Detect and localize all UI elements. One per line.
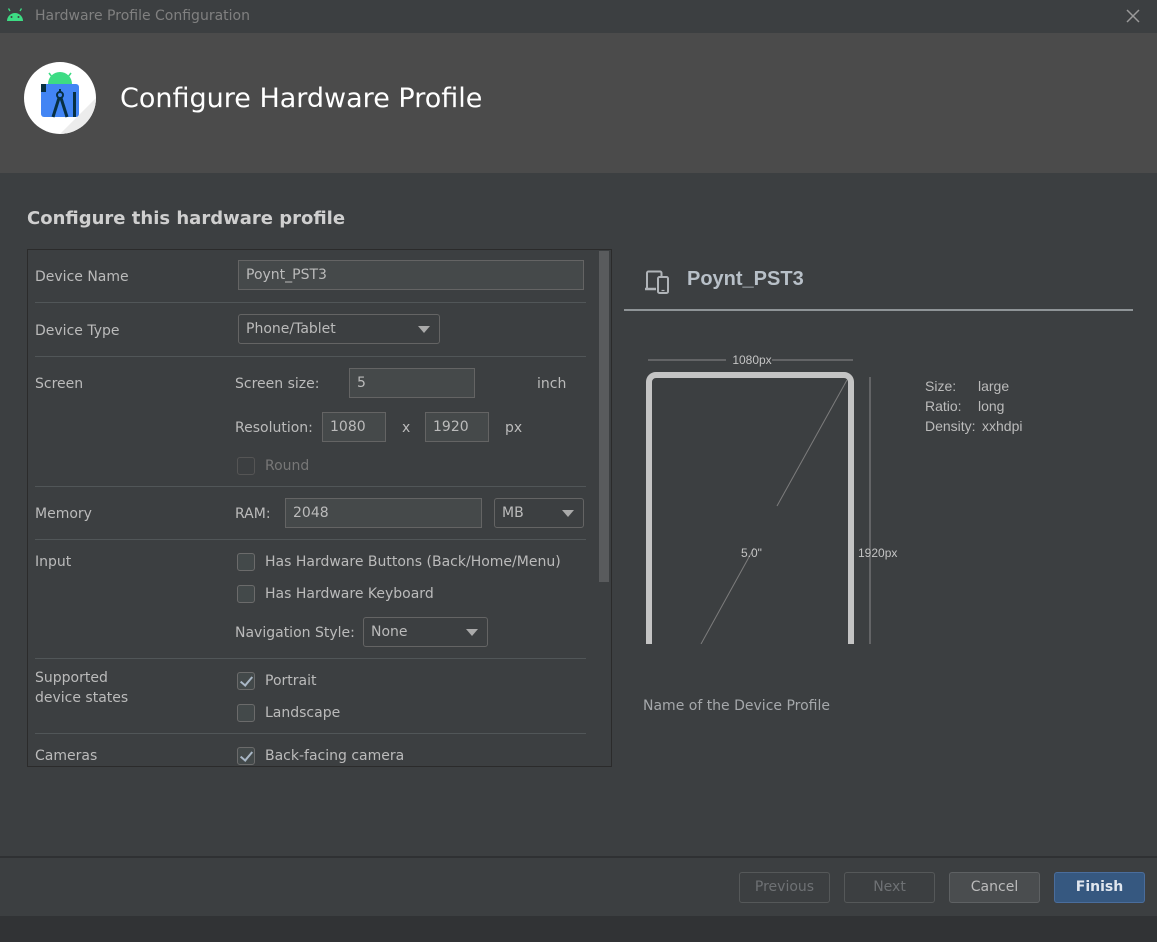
wizard-content: Configure this hardware profile Device N… <box>0 173 1157 856</box>
field-description: Name of the Device Profile <box>643 698 830 714</box>
chevron-down-icon <box>466 629 478 636</box>
back-camera-checkbox-row[interactable]: Back-facing camera <box>237 746 437 766</box>
screen-size-unit: inch <box>537 376 567 392</box>
back-camera-checkbox[interactable] <box>237 747 255 765</box>
previous-button[interactable]: Previous <box>739 872 830 903</box>
section-title: Configure this hardware profile <box>27 208 346 229</box>
wizard-footer: Previous Next Cancel Finish <box>0 856 1157 916</box>
screen-diagram <box>646 359 871 644</box>
ram-label: RAM: <box>235 506 271 522</box>
nav-style-select[interactable]: None <box>363 617 488 647</box>
round-checkbox-row[interactable]: Round <box>237 456 357 476</box>
ram-unit-value: MB <box>502 505 524 521</box>
ram-unit-select[interactable]: MB <box>494 498 584 528</box>
screen-size-label: Screen size: <box>235 376 320 392</box>
screen-label: Screen <box>35 376 84 392</box>
wizard-header: Configure Hardware Profile <box>0 33 1157 173</box>
resolution-height-input[interactable]: 1920 <box>425 412 489 442</box>
preview-divider <box>624 309 1133 311</box>
android-icon <box>7 8 23 21</box>
screen-size-input[interactable]: 5 <box>349 368 475 398</box>
divider <box>35 733 586 734</box>
divider <box>35 658 586 659</box>
divider <box>35 486 586 487</box>
input-label: Input <box>35 554 72 570</box>
round-checkbox[interactable] <box>237 457 255 475</box>
resolution-separator: x <box>402 420 411 436</box>
ram-input[interactable]: 2048 <box>285 498 482 528</box>
portrait-checkbox-row[interactable]: Portrait <box>237 671 357 691</box>
portrait-label: Portrait <box>265 673 317 689</box>
hw-buttons-checkbox-row[interactable]: Has Hardware Buttons (Back/Home/Menu) <box>237 552 567 572</box>
device-states-label-line2: device states <box>35 690 129 706</box>
preview-device-name: Poynt_PST3 <box>687 268 804 290</box>
hw-buttons-checkbox[interactable] <box>237 553 255 571</box>
device-type-select[interactable]: Phone/Tablet <box>238 314 440 344</box>
device-type-label: Device Type <box>35 323 120 339</box>
landscape-label: Landscape <box>265 705 341 721</box>
cancel-button[interactable]: Cancel <box>949 872 1040 903</box>
hw-keyboard-label: Has Hardware Keyboard <box>265 586 434 602</box>
device-name-label: Device Name <box>35 269 129 285</box>
close-icon[interactable] <box>1124 7 1142 25</box>
back-camera-label: Back-facing camera <box>265 748 405 764</box>
hw-keyboard-checkbox[interactable] <box>237 585 255 603</box>
resolution-unit: px <box>505 420 523 436</box>
diagonal-line-lower <box>700 547 755 644</box>
spec-size: Size: large <box>925 376 1022 396</box>
next-button[interactable]: Next <box>844 872 935 903</box>
android-studio-logo-icon <box>24 62 96 134</box>
width-label: 1080px <box>732 353 772 367</box>
device-name-input[interactable]: Poynt_PST3 <box>238 260 584 290</box>
spec-key: Density: <box>925 418 976 434</box>
chevron-down-icon <box>418 326 430 333</box>
spec-density: Density: xxhdpi <box>925 416 1022 436</box>
spec-ratio: Ratio: long <box>925 396 1022 416</box>
wizard-title: Configure Hardware Profile <box>120 83 483 114</box>
height-label: 1920px <box>858 546 898 560</box>
phone-tablet-icon <box>645 270 669 294</box>
form-scrollbar[interactable] <box>599 251 609 582</box>
spec-key: Size: <box>925 378 957 394</box>
hw-buttons-label: Has Hardware Buttons (Back/Home/Menu) <box>265 554 561 570</box>
landscape-checkbox[interactable] <box>237 704 255 722</box>
spec-value: xxhdpi <box>982 418 1023 434</box>
divider <box>35 356 586 357</box>
nav-style-value: None <box>371 624 408 640</box>
hardware-form-panel: Device Name Poynt_PST3 Device Type Phone… <box>27 249 612 767</box>
device-outline <box>646 372 854 644</box>
portrait-checkbox[interactable] <box>237 672 255 690</box>
cameras-label: Cameras <box>35 748 98 764</box>
diagonal-label: 5.0" <box>741 546 762 560</box>
spec-value: long <box>978 398 1005 414</box>
finish-button[interactable]: Finish <box>1054 872 1145 903</box>
divider <box>35 302 586 303</box>
resolution-width-input[interactable]: 1080 <box>322 412 386 442</box>
window-title: Hardware Profile Configuration <box>35 8 250 24</box>
spec-value: large <box>978 378 1010 394</box>
nav-style-label: Navigation Style: <box>235 625 355 641</box>
device-type-value: Phone/Tablet <box>246 321 336 337</box>
memory-label: Memory <box>35 506 92 522</box>
resolution-label: Resolution: <box>235 420 313 436</box>
divider <box>35 539 586 540</box>
window-titlebar: Hardware Profile Configuration <box>0 0 1157 33</box>
diagonal-line-upper <box>776 379 848 507</box>
window-bottom-edge <box>0 916 1157 942</box>
device-specs: Size: large Ratio: long Density: xxhdpi <box>925 376 1022 436</box>
device-states-label-line1: Supported <box>35 670 108 686</box>
round-label: Round <box>265 458 310 474</box>
spec-key: Ratio: <box>925 398 962 414</box>
chevron-down-icon <box>562 510 574 517</box>
hw-keyboard-checkbox-row[interactable]: Has Hardware Keyboard <box>237 584 457 604</box>
landscape-checkbox-row[interactable]: Landscape <box>237 703 357 723</box>
